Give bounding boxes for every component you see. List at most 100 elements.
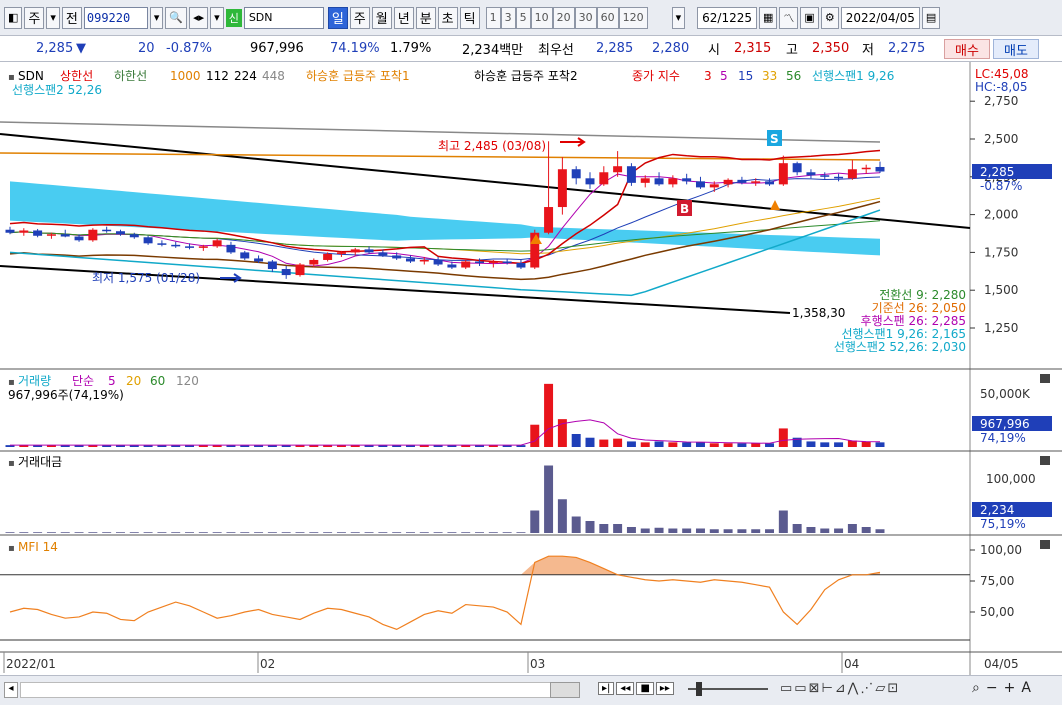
amount-bar (323, 532, 333, 533)
amount-bar (254, 532, 264, 533)
scroll-left-icon[interactable]: ◂ (4, 682, 18, 698)
save-icon[interactable]: ▣ (800, 6, 819, 29)
minute-option-120[interactable]: 120 (618, 6, 648, 29)
legend-ma-112: 112 (206, 69, 229, 83)
period-tab-2[interactable]: 월 (371, 6, 392, 29)
amount-bar (267, 532, 277, 533)
period-button[interactable]: 주 (24, 6, 45, 29)
minute-option-30[interactable]: 30 (574, 6, 597, 29)
calendar-icon[interactable]: ▤ (921, 6, 941, 29)
candle-body (336, 252, 346, 254)
legend-ma-label: 종가 지수 (632, 69, 680, 83)
stop-icon[interactable]: ■ (636, 682, 654, 695)
candle-body (640, 178, 650, 183)
sin-badge: 신 (225, 8, 242, 27)
gear-icon[interactable]: ⚙ (820, 6, 839, 29)
candle-body (364, 249, 374, 253)
chart-area[interactable]: ▪ SDN 상한선 하한선 1000 112 224 448 하승훈 급등주 포… (0, 62, 1062, 705)
zoom-slider-thumb[interactable] (696, 682, 702, 696)
s-marker: S (770, 132, 779, 146)
volume-bar (751, 443, 761, 447)
amount-bar (185, 532, 195, 533)
volume-bar (682, 442, 692, 447)
minute-option-60[interactable]: 60 (596, 6, 619, 29)
vol-value-text: 967,996주(74,19%) (8, 388, 124, 402)
mfi-tick-label: 75,00 (980, 574, 1014, 588)
zoom-in-icon[interactable]: + (1004, 680, 1022, 696)
stock-code-input[interactable]: 099220 (83, 6, 148, 29)
chart-settings-icon[interactable]: ▦ (759, 6, 778, 29)
period-tab-0[interactable]: 일 (327, 6, 348, 29)
count-input[interactable]: 62 /1225 (697, 6, 757, 29)
period-tab-1[interactable]: 주 (349, 6, 370, 29)
forward-icon[interactable]: ▸▸ (655, 682, 674, 695)
rewind-icon[interactable]: ◂◂ (616, 682, 635, 695)
candle-body (461, 261, 471, 268)
legend-name: SDN (18, 69, 44, 83)
stock-name-field[interactable]: SDN (243, 6, 324, 29)
low-annotation: 최저 1,575 (01/28) (92, 271, 200, 285)
vol-ma120: 120 (176, 374, 199, 388)
candle-body (626, 166, 636, 183)
amount-bar (309, 532, 319, 533)
candle-body (323, 253, 333, 260)
candle-body (392, 255, 402, 259)
minute-option-20[interactable]: 20 (552, 6, 575, 29)
vol-panel-close-icon[interactable] (1040, 374, 1050, 383)
amount-bar (475, 532, 485, 533)
indicator-icon[interactable]: 〽 (779, 6, 799, 29)
amount-bar (461, 532, 471, 533)
minute-option-1[interactable]: 1 (485, 6, 501, 29)
amount-bar (60, 532, 70, 533)
candle-body (488, 261, 498, 263)
candle-body (599, 172, 609, 185)
interval-dropdown-icon[interactable]: ▾ (671, 6, 686, 29)
candle-body (281, 269, 291, 276)
legend-span2: 선행스팬2 52,26 (12, 82, 102, 97)
zoom-out-icon[interactable]: − (986, 680, 1004, 696)
amount-bar (668, 528, 678, 533)
prev-stock-icon[interactable]: ◂▸ (189, 6, 209, 29)
b-marker: B (680, 202, 689, 216)
period-tab-4[interactable]: 분 (415, 6, 436, 29)
prev-button[interactable]: 전 (61, 6, 82, 29)
volume-bar (530, 424, 540, 447)
drawing-tools-icons[interactable]: ▭▭⊠⊢⊿⋀⋰▱⊡ (780, 681, 900, 696)
stock-dropdown-icon[interactable]: ▾ (210, 6, 224, 29)
date-input[interactable]: 2022/04/05 (840, 6, 920, 29)
vol-axis-tick: 50,000K (980, 387, 1031, 401)
price-chart-svg[interactable]: ▪ SDN 상한선 하한선 1000 112 224 448 하승훈 급등주 포… (0, 62, 1062, 675)
amt-panel-close-icon[interactable] (1040, 456, 1050, 465)
zoom-search-icon[interactable]: ⌕ (972, 680, 986, 696)
amount-bar (405, 532, 415, 533)
period-tab-3[interactable]: 년 (393, 6, 414, 29)
sell-button[interactable]: 매도 (993, 39, 1039, 59)
amount-bar (502, 532, 512, 533)
candle-body (350, 249, 360, 253)
scroll-thumb[interactable] (550, 682, 580, 698)
mfi-panel-close-icon[interactable] (1040, 540, 1050, 549)
amount-bar (226, 532, 236, 533)
buy-button[interactable]: 매수 (944, 39, 990, 59)
period-tab-5[interactable]: 초 (437, 6, 458, 29)
candle-body (544, 207, 554, 233)
code-dropdown-icon[interactable]: ▾ (149, 6, 164, 29)
minute-option-10[interactable]: 10 (530, 6, 553, 29)
chevron-down-icon[interactable]: ▾ (46, 6, 60, 29)
volume-bar (654, 441, 664, 447)
scroll-track[interactable] (20, 682, 580, 698)
candle-body (751, 181, 761, 183)
candle-body (419, 259, 429, 262)
font-size-icon[interactable]: A (1021, 680, 1037, 696)
minute-option-3[interactable]: 3 (500, 6, 516, 29)
period-tab-6[interactable]: 틱 (459, 6, 480, 29)
candle-body (405, 258, 415, 262)
window-icon[interactable]: ◧ (4, 6, 23, 29)
trendline-value: 1,358,30 (792, 306, 845, 320)
minute-option-5[interactable]: 5 (515, 6, 531, 29)
legend-square-icon: ▪ (8, 72, 15, 83)
volume-bar (778, 428, 788, 447)
period-tabs: 일주월년분초틱 (327, 6, 482, 29)
search-icon[interactable]: 🔍 (165, 6, 188, 29)
play-start-icon[interactable]: ▸| (598, 682, 615, 695)
